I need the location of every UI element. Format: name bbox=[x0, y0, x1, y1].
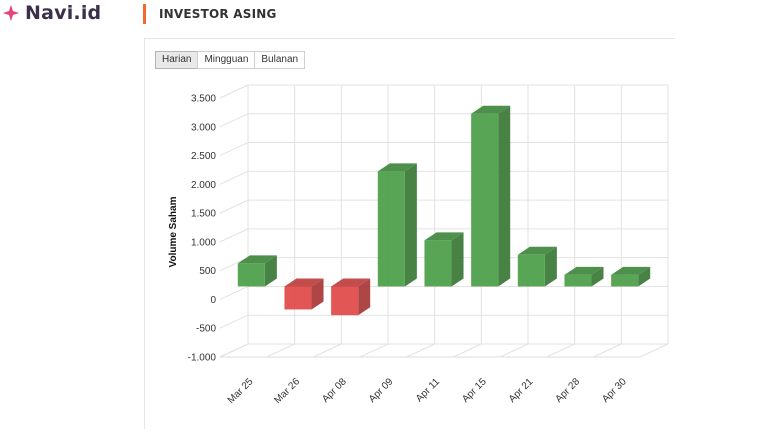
grid-line-y bbox=[219, 84, 249, 99]
grid-line-y bbox=[219, 285, 249, 300]
x-tick-label: Mar 26 bbox=[272, 376, 302, 406]
y-tick-label: 2.000 bbox=[191, 180, 216, 191]
bar-apr-09 bbox=[377, 163, 417, 287]
grid-line-x bbox=[546, 343, 575, 358]
bar-apr-08 bbox=[331, 278, 371, 316]
bar-front bbox=[611, 274, 639, 287]
bar-front bbox=[517, 254, 545, 287]
grid-line-y bbox=[219, 199, 249, 214]
y-tick-label: 3.500 bbox=[191, 94, 216, 105]
bar-mar-25 bbox=[237, 255, 277, 287]
bar-side bbox=[451, 232, 464, 287]
grid-line-x bbox=[313, 343, 342, 358]
bar-side bbox=[404, 163, 417, 287]
grid-line-y bbox=[219, 170, 249, 185]
bar-apr-15 bbox=[471, 105, 511, 287]
x-tick-label: Mar 25 bbox=[226, 376, 256, 406]
grid-line-y bbox=[219, 228, 249, 243]
grid-line-x bbox=[593, 343, 622, 358]
bars bbox=[237, 105, 651, 316]
bar-front bbox=[237, 263, 265, 287]
bar-side bbox=[498, 105, 511, 287]
bar-front bbox=[424, 240, 452, 287]
x-tick-label: Apr 21 bbox=[507, 376, 536, 405]
bar-front bbox=[471, 113, 499, 287]
grid-line-x bbox=[266, 343, 295, 358]
grid-line-x bbox=[219, 343, 249, 358]
grid-line-x bbox=[453, 343, 482, 358]
y-tick-label: 3.000 bbox=[191, 122, 216, 133]
grid-line-x bbox=[359, 343, 389, 358]
bar-apr-30 bbox=[611, 266, 651, 287]
bar-mar-26 bbox=[284, 278, 324, 310]
x-tick-label: Apr 08 bbox=[320, 376, 349, 405]
grid-line-y bbox=[219, 113, 249, 128]
grid bbox=[219, 84, 669, 358]
grid-line-y bbox=[219, 314, 249, 329]
grid-line-x bbox=[639, 343, 669, 358]
volume-chart: -1.000 -500 0 500 1.000 1.500 2.000 2.500 3.000 3… bbox=[168, 84, 669, 406]
x-tick-label: Apr 09 bbox=[367, 376, 396, 405]
y-tick-label: 1.000 bbox=[191, 237, 216, 248]
x-tick-label: Apr 11 bbox=[414, 376, 442, 404]
bar-apr-11 bbox=[424, 232, 464, 287]
y-tick-label: -500 bbox=[196, 324, 216, 335]
grid-line-x bbox=[499, 343, 529, 358]
y-tick-label: 2.500 bbox=[191, 151, 216, 162]
bar-front bbox=[564, 274, 592, 287]
bar-apr-28 bbox=[564, 266, 604, 287]
bar-apr-21 bbox=[517, 246, 557, 287]
grid-line-x bbox=[406, 343, 435, 358]
bar-front bbox=[331, 286, 359, 316]
y-axis-label: Volume Saham bbox=[168, 196, 179, 267]
y-tick-label: 500 bbox=[199, 266, 216, 277]
y-tick-label: 1.500 bbox=[191, 209, 216, 220]
x-tick-label: Apr 15 bbox=[460, 376, 489, 405]
bar-front bbox=[377, 171, 405, 287]
y-tick-label: 0 bbox=[210, 295, 216, 306]
x-tick-label: Apr 28 bbox=[554, 376, 583, 405]
bar-front bbox=[284, 286, 312, 310]
grid-line-y bbox=[219, 142, 249, 157]
y-tick-label: -1.000 bbox=[188, 353, 217, 364]
x-tick-label: Apr 30 bbox=[600, 376, 629, 405]
